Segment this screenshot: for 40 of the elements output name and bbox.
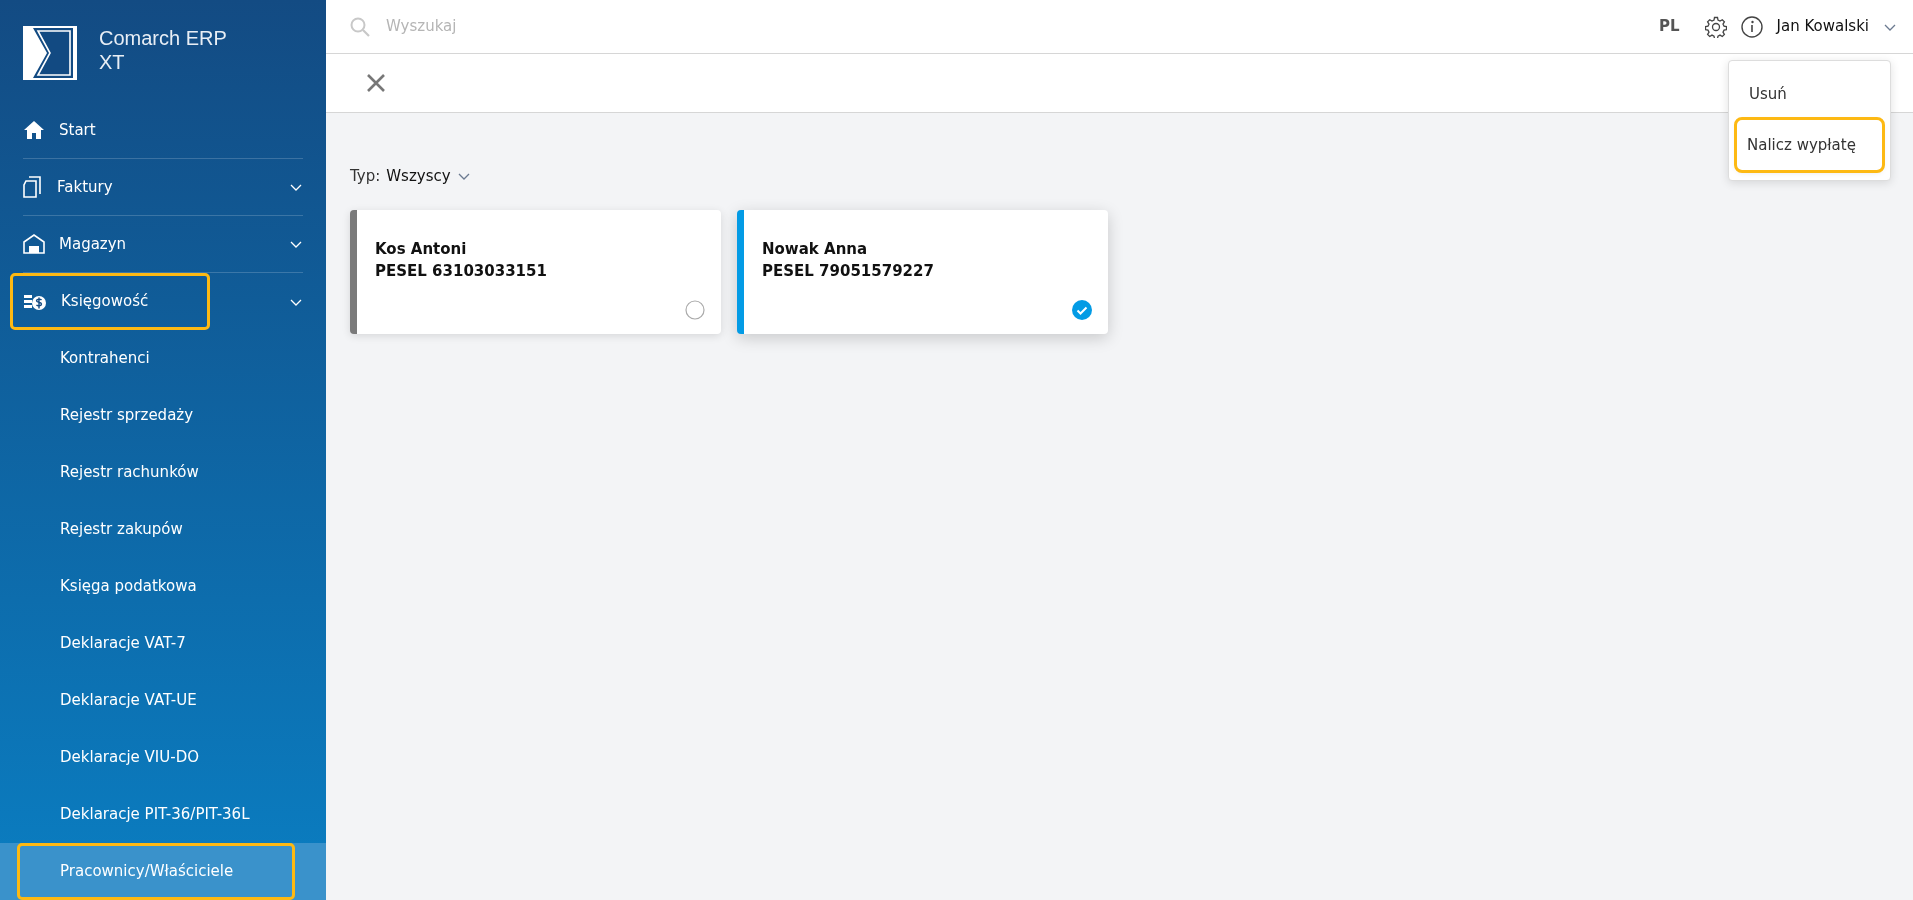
sidebar-item[interactable]: Faktury bbox=[23, 159, 303, 216]
sidebar-subitem[interactable]: Rejestr rachunków bbox=[0, 444, 199, 501]
settings-icon[interactable] bbox=[1704, 15, 1727, 38]
person-id: PESEL 79051579227 bbox=[762, 261, 935, 282]
sidebar-subitem[interactable]: Deklaracje VAT-7 bbox=[0, 615, 186, 672]
brand-name: Comarch ERP XT bbox=[99, 26, 228, 74]
menu-item[interactable]: Nalicz wypłatę bbox=[1737, 119, 1882, 170]
language-button[interactable]: PL bbox=[1657, 14, 1681, 39]
info-icon[interactable] bbox=[1740, 15, 1763, 38]
documents-icon bbox=[23, 176, 43, 198]
radio-icon[interactable] bbox=[685, 299, 705, 320]
sidebar-label: Start bbox=[59, 119, 96, 141]
logo-icon bbox=[23, 26, 77, 80]
person-card[interactable]: Nowak Anna PESEL 79051579227 bbox=[737, 209, 1108, 334]
home-icon bbox=[23, 120, 45, 140]
close-button[interactable] bbox=[366, 73, 386, 93]
sidebar-subitem[interactable]: Deklaracje VIU-DO bbox=[0, 729, 200, 786]
menu-item[interactable]: Usuń bbox=[1737, 69, 1882, 120]
filter-dropdown[interactable]: Wszyscy bbox=[386, 165, 451, 188]
checked-radio-icon[interactable] bbox=[1072, 299, 1092, 320]
sidebar-item[interactable]: Magazyn bbox=[23, 216, 303, 273]
sidebar-subitem[interactable]: Deklaracje PIT-36/PIT-36L bbox=[0, 786, 250, 843]
sidebar-subitem[interactable]: Kontrahenci bbox=[0, 330, 150, 387]
person-card[interactable]: Kos Antoni PESEL 63103033151 bbox=[350, 209, 721, 334]
sidebar-subitem[interactable]: Rejestr sprzedaży bbox=[0, 387, 194, 444]
sidebar-label: Księgowość bbox=[61, 291, 149, 313]
person-id: PESEL 63103033151 bbox=[375, 261, 548, 282]
sidebar-label: Magazyn bbox=[59, 233, 127, 255]
sidebar-item[interactable]: Księgowość bbox=[10, 273, 210, 330]
sidebar-subitem[interactable]: Deklaracje VAT-UE bbox=[0, 672, 197, 729]
sidebar-subitem[interactable]: Rejestr zakupów bbox=[0, 501, 183, 558]
person-name: Nowak Anna bbox=[762, 238, 869, 260]
sidebar-item[interactable]: Start bbox=[23, 102, 303, 159]
person-name: Kos Antoni bbox=[375, 238, 468, 260]
sidebar-label: Faktury bbox=[57, 176, 113, 198]
sidebar-subitem[interactable]: Księga podatkowa bbox=[0, 558, 197, 615]
user-name[interactable]: Jan Kowalski bbox=[1776, 15, 1869, 38]
search-icon bbox=[350, 16, 370, 37]
warehouse-icon bbox=[23, 234, 45, 254]
filter-label: Typ: bbox=[350, 166, 381, 187]
